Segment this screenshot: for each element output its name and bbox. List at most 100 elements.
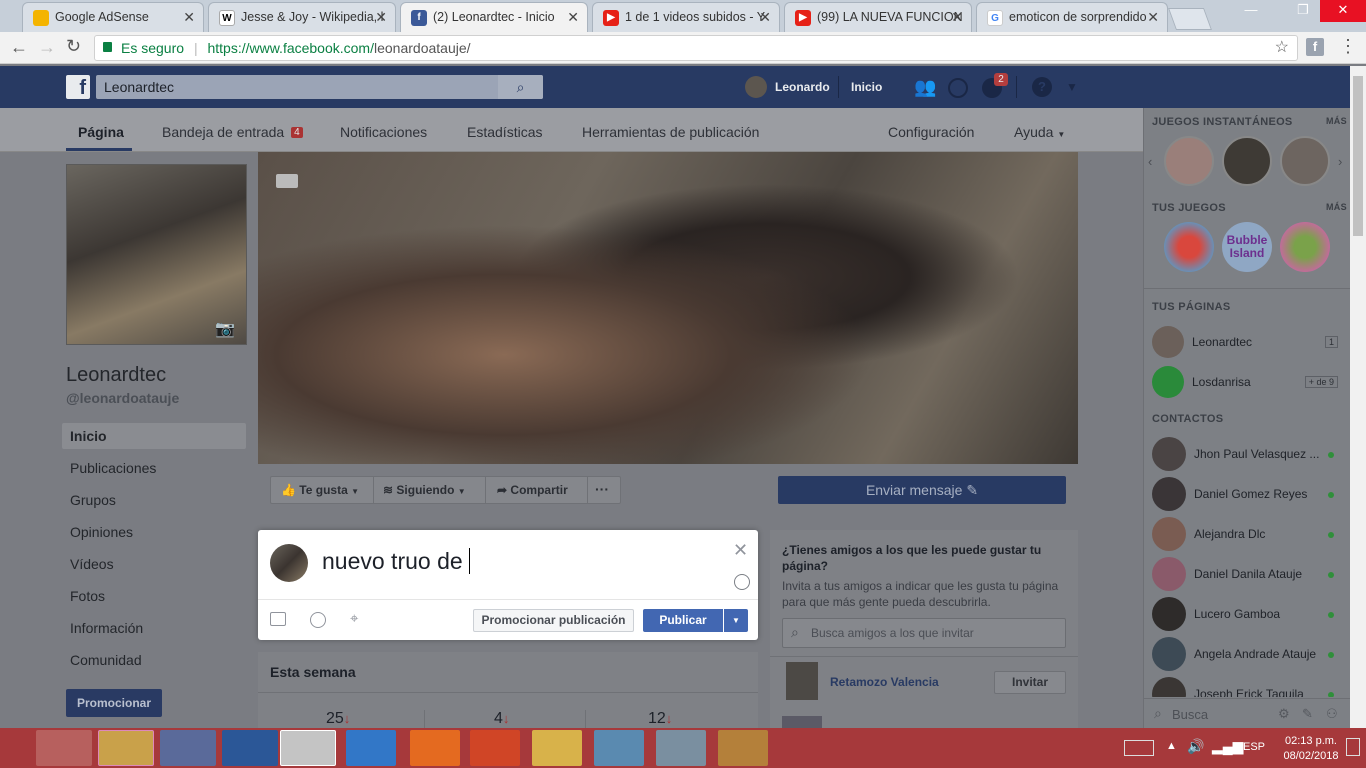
nav-opiniones[interactable]: Opiniones [70, 524, 133, 540]
close-icon[interactable]: ✕ [183, 9, 195, 26]
nav-inicio[interactable]: Inicio [70, 428, 107, 444]
app-icon[interactable] [718, 730, 768, 766]
friend-requests-icon[interactable]: 👥 [914, 78, 936, 96]
publish-button[interactable]: Publicar [643, 609, 723, 632]
back-icon[interactable]: ← [10, 37, 28, 58]
game-avatar[interactable] [1280, 136, 1330, 186]
following-button[interactable]: ≋ Siguiendo ▼ [383, 483, 466, 497]
browser-tab[interactable]: ▶ 1 de 1 videos subidos - Y ✕ [592, 2, 780, 32]
browser-tab[interactable]: G emoticon de sorprendido ✕ [976, 2, 1168, 32]
farm-game-icon[interactable] [1280, 222, 1330, 272]
tab-configuracion[interactable]: Configuración [888, 124, 974, 140]
tab-bandeja[interactable]: Bandeja de entrada 4 [162, 124, 303, 140]
contact-item[interactable]: Alejandra Dlc [1152, 517, 1342, 553]
composer-text-input[interactable]: nuevo truo de [322, 548, 470, 575]
cover-photo[interactable] [258, 152, 1078, 464]
internet-explorer-icon[interactable] [346, 730, 396, 766]
avatar[interactable] [745, 76, 767, 98]
account-menu-chevron-icon[interactable]: ▼ [1066, 80, 1078, 94]
promote-page-button[interactable]: Promocionar [66, 689, 162, 717]
browser-tab-active[interactable]: f (2) Leonardtec - Inicio ✕ [400, 2, 588, 32]
tab-pagina[interactable]: Página [78, 124, 124, 140]
contact-item[interactable]: Lucero Gamboa [1152, 597, 1342, 633]
monitor-app-icon[interactable] [656, 730, 706, 766]
folder-icon[interactable] [532, 730, 582, 766]
notification-center-icon[interactable] [1346, 738, 1360, 756]
chat-search-bar[interactable]: ⌕ Busca ⚙ ✎ ⚇ [1144, 698, 1351, 728]
share-button[interactable]: ➦ Compartir [497, 483, 568, 497]
friend-name-link[interactable]: Retamozo Valencia [830, 675, 939, 689]
search-icon[interactable]: ⌕ [498, 75, 543, 99]
signal-icon[interactable]: ▂▄▆ [1212, 738, 1243, 755]
close-icon[interactable]: ✕ [1147, 9, 1159, 26]
reload-icon[interactable]: ↻ [66, 36, 81, 57]
page-item[interactable]: Leonardtec 1 [1152, 326, 1342, 362]
game-avatar[interactable] [1164, 136, 1214, 186]
more-options-button[interactable]: ··· [595, 481, 609, 497]
volume-icon[interactable]: 🔊 [1187, 738, 1204, 755]
browser-tab[interactable]: ▶ (99) LA NUEVA FUNCION ✕ [784, 2, 972, 32]
close-icon[interactable]: ✕ [733, 540, 748, 561]
system-clock[interactable]: 02:13 p.m. 08/02/2018 [1280, 734, 1342, 764]
messenger-icon[interactable] [948, 78, 968, 98]
minimize-icon[interactable]: — [1228, 0, 1274, 22]
help-icon[interactable]: ? [1032, 77, 1052, 97]
browser-tab[interactable]: W Jesse & Joy - Wikipedia, l ✕ [208, 2, 396, 32]
chrome-icon[interactable] [280, 730, 336, 766]
publish-options-chevron-icon[interactable]: ▼ [724, 609, 748, 632]
game-avatar[interactable] [1222, 136, 1272, 186]
new-tab-button[interactable] [1167, 8, 1213, 30]
forward-icon[interactable]: → [38, 37, 56, 58]
nav-publicaciones[interactable]: Publicaciones [70, 460, 156, 476]
tab-notificaciones[interactable]: Notificaciones [340, 124, 427, 140]
bubble-island-icon[interactable]: Bubble Island [1222, 222, 1272, 272]
home-link[interactable]: Inicio [851, 80, 882, 94]
url-bar[interactable]: Es seguro | https://www.facebook.com/leo… [94, 35, 1298, 61]
file-explorer-icon[interactable] [98, 730, 154, 766]
feeling-icon[interactable] [310, 612, 326, 628]
close-icon[interactable]: ✕ [375, 9, 387, 26]
invite-search-input[interactable]: ⌕ Busca amigos a los que invitar [782, 618, 1066, 648]
location-pin-icon[interactable]: ⌖ [350, 610, 358, 627]
contact-item[interactable]: Daniel Gomez Reyes [1152, 477, 1342, 513]
invite-button[interactable]: Invitar [994, 671, 1066, 694]
page-name[interactable]: Leonardtec [66, 364, 166, 387]
powerpoint-icon[interactable] [470, 730, 520, 766]
video-camera-icon[interactable] [276, 174, 298, 188]
close-icon[interactable]: ✕ [951, 9, 963, 26]
language-indicator[interactable]: ESP [1243, 741, 1265, 753]
scrollbar-thumb[interactable] [1353, 76, 1363, 236]
app-icon[interactable] [160, 730, 216, 766]
contact-item[interactable]: Joseph Erick Taquila [1152, 677, 1342, 697]
nav-comunidad[interactable]: Comunidad [70, 652, 142, 668]
tab-estadisticas[interactable]: Estadísticas [467, 124, 542, 140]
more-link[interactable]: MÁS [1326, 116, 1347, 126]
gear-icon[interactable]: ⚙ [1278, 706, 1290, 722]
start-app-icon[interactable] [36, 730, 92, 766]
new-message-icon[interactable]: ✎ [1302, 706, 1313, 722]
emoji-icon[interactable] [734, 574, 750, 590]
bookmark-star-icon[interactable]: ☆ [1275, 36, 1289, 60]
app-icon[interactable] [594, 730, 644, 766]
scrollbar[interactable] [1350, 66, 1366, 728]
contact-item[interactable]: Jhon Paul Velasquez ... [1152, 437, 1342, 473]
tray-chevron-up-icon[interactable]: ▲ [1166, 740, 1177, 752]
chevron-right-icon[interactable]: › [1338, 154, 1342, 169]
nav-informacion[interactable]: Información [70, 620, 143, 636]
more-link[interactable]: MÁS [1326, 202, 1347, 212]
page-item[interactable]: Losdanrisa + de 9 [1152, 366, 1342, 402]
tab-herramientas[interactable]: Herramientas de publicación [582, 124, 759, 140]
close-icon[interactable]: ✕ [759, 9, 771, 26]
candy-crush-icon[interactable] [1164, 222, 1214, 272]
profile-picture[interactable]: 📷 [66, 164, 247, 345]
facebook-logo-icon[interactable]: f [66, 75, 90, 99]
contact-item[interactable]: Daniel Danila Atauje [1152, 557, 1342, 593]
firefox-icon[interactable] [410, 730, 460, 766]
tab-ayuda[interactable]: Ayuda ▼ [1014, 124, 1065, 140]
nav-fotos[interactable]: Fotos [70, 588, 105, 604]
word-icon[interactable] [222, 730, 278, 766]
group-chat-icon[interactable]: ⚇ [1326, 706, 1338, 722]
facebook-extension-icon[interactable]: f [1306, 38, 1324, 56]
profile-link[interactable]: Leonardo [775, 80, 830, 94]
camera-icon[interactable]: 📷 [215, 319, 235, 339]
